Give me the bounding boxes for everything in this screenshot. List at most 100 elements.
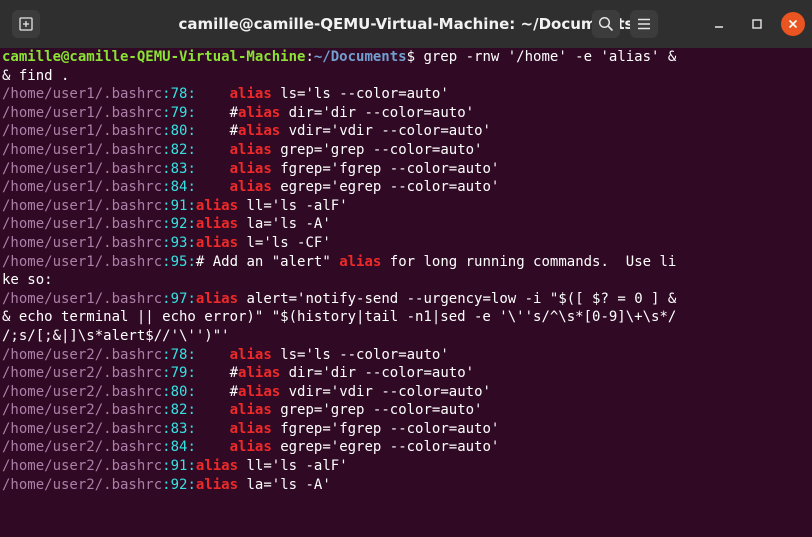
result-colon: :: [187, 365, 196, 382]
result-wrap-line: & echo terminal || echo error)" "$(histo…: [2, 308, 812, 327]
result-post-text: dir='dir --color=auto': [280, 365, 475, 382]
result-colon: :: [187, 346, 196, 363]
result-pre-text: #: [195, 123, 239, 140]
result-colon: :: [162, 458, 171, 475]
result-match: alias: [229, 402, 272, 419]
result-pre-text: [196, 402, 230, 418]
result-colon: :: [162, 290, 171, 307]
result-match: alias: [195, 290, 239, 307]
result-file: /home/user2/.bashrc: [2, 383, 163, 400]
command-wrap-text: & find .: [2, 67, 70, 84]
result-colon: :: [187, 458, 196, 475]
result-file: /home/user2/.bashrc: [2, 439, 163, 456]
result-wrap-line: ke so:: [2, 271, 812, 290]
result-file: /home/user1/.bashrc: [2, 197, 163, 214]
result-file: /home/user1/.bashrc: [2, 123, 163, 140]
close-button[interactable]: [781, 12, 805, 36]
result-post-text: la='ls -A': [238, 476, 331, 493]
prompt-line: camille@camille-QEMU-Virtual-Machine:~/D…: [2, 48, 812, 67]
result-post-text: ll='ls -alF': [238, 458, 348, 475]
result-post-text: egrep='egrep --color=auto': [271, 179, 500, 196]
result-line: /home/user2/.bashrc:91:alias ll='ls -alF…: [2, 457, 812, 476]
prompt-symbol: $: [406, 49, 424, 65]
result-post-text: ll='ls -alF': [238, 197, 348, 214]
result-post-text: l='ls -CF': [238, 234, 331, 251]
result-colon: :: [187, 234, 196, 251]
result-post-text: grep='grep --color=auto': [271, 402, 483, 419]
result-line-number: 91: [170, 458, 188, 475]
result-line-number: 78: [170, 86, 188, 103]
result-line: /home/user1/.bashrc:91:alias ll='ls -alF…: [2, 197, 812, 216]
result-file: /home/user2/.bashrc: [2, 402, 163, 419]
result-line: /home/user1/.bashrc:84: alias egrep='egr…: [2, 178, 812, 197]
result-post-text: grep='grep --color=auto': [271, 141, 483, 158]
result-file: /home/user1/.bashrc: [2, 86, 163, 103]
window-title: camille@camille-QEMU-Virtual-Machine: ~/…: [178, 15, 634, 33]
result-match: alias: [195, 234, 239, 251]
result-colon: :: [187, 160, 196, 177]
maximize-button[interactable]: [745, 12, 769, 36]
result-post-text: egrep='egrep --color=auto': [271, 439, 500, 456]
search-button[interactable]: [592, 10, 620, 38]
result-file: /home/user1/.bashrc: [2, 216, 163, 233]
result-post-text: alert='notify-send --urgency=low -i "$([…: [238, 290, 677, 307]
result-colon: :: [187, 197, 196, 214]
result-wrap-line: /;s/[;&|]\s*alert$//'\'')"': [2, 327, 812, 346]
result-line: /home/user1/.bashrc:82: alias grep='grep…: [2, 141, 812, 160]
result-pre-text: [196, 86, 230, 102]
result-line: /home/user2/.bashrc:80: #alias vdir='vdi…: [2, 383, 812, 402]
result-pre-text: [196, 439, 230, 455]
result-line: /home/user1/.bashrc:80: #alias vdir='vdi…: [2, 122, 812, 141]
hamburger-menu-icon: [637, 18, 651, 30]
result-pre-text: #: [195, 365, 239, 382]
new-tab-button[interactable]: [12, 10, 40, 38]
result-post-text: fgrep='fgrep --color=auto': [271, 160, 500, 177]
result-colon: :: [162, 216, 171, 233]
result-line-number: 84: [170, 439, 188, 456]
result-line-number: 95: [170, 253, 188, 270]
result-line-number: 78: [170, 346, 188, 363]
result-colon: :: [162, 86, 171, 103]
result-colon: :: [187, 420, 196, 437]
result-wrap-text: ke so:: [2, 272, 53, 289]
result-line: /home/user1/.bashrc:83: alias fgrep='fgr…: [2, 160, 812, 179]
result-pre-text: # Add an "alert": [195, 253, 340, 270]
result-pre-text: #: [195, 383, 239, 400]
result-post-text: fgrep='fgrep --color=auto': [271, 420, 500, 437]
result-line: /home/user2/.bashrc:79: #alias dir='dir …: [2, 364, 812, 383]
result-match: alias: [229, 346, 272, 363]
result-file: /home/user1/.bashrc: [2, 179, 163, 196]
terminal-output[interactable]: camille@camille-QEMU-Virtual-Machine:~/D…: [2, 48, 812, 537]
result-colon: :: [187, 179, 196, 196]
result-file: /home/user1/.bashrc: [2, 141, 163, 158]
result-file: /home/user2/.bashrc: [2, 420, 163, 437]
result-line-number: 83: [170, 420, 188, 437]
result-colon: :: [187, 383, 196, 400]
result-match: alias: [195, 458, 239, 475]
result-colon: :: [162, 160, 171, 177]
command-text: grep -rnw '/home' -e 'alias' &: [423, 49, 677, 65]
result-colon: :: [162, 420, 171, 437]
result-line-number: 97: [170, 290, 188, 307]
minimize-button[interactable]: [707, 12, 731, 36]
result-colon: :: [187, 141, 196, 158]
result-post-text: ls='ls --color=auto': [271, 86, 449, 103]
result-file: /home/user1/.bashrc: [2, 160, 163, 177]
result-line-number: 84: [170, 179, 188, 196]
result-post-text: dir='dir --color=auto': [280, 104, 475, 121]
result-file: /home/user2/.bashrc: [2, 346, 163, 363]
result-line-number: 82: [170, 141, 188, 158]
result-colon: :: [187, 290, 196, 307]
grep-results: /home/user1/.bashrc:78: alias ls='ls --c…: [2, 85, 812, 494]
menu-button[interactable]: [630, 10, 658, 38]
result-line: /home/user1/.bashrc:79: #alias dir='dir …: [2, 104, 812, 123]
result-colon: :: [162, 234, 171, 251]
result-match: alias: [238, 104, 281, 121]
title-bar[interactable]: camille@camille-QEMU-Virtual-Machine: ~/…: [0, 0, 812, 48]
result-line-number: 79: [170, 365, 188, 382]
result-colon: :: [187, 216, 196, 233]
result-line-number: 79: [170, 104, 188, 121]
result-pre-text: [196, 347, 230, 363]
result-pre-text: [196, 421, 230, 437]
result-colon: :: [162, 439, 171, 456]
